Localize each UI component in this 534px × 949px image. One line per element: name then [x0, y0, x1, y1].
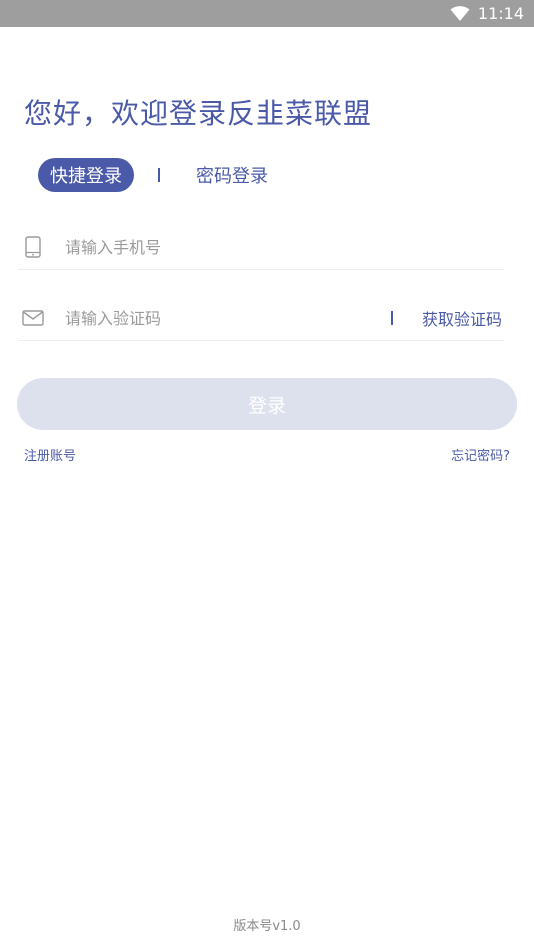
wifi-icon — [450, 5, 470, 22]
status-bar: 11:14 — [0, 0, 534, 27]
phone-icon — [18, 232, 48, 262]
phone-field-row — [18, 225, 504, 270]
status-indicators: 11:14 — [450, 0, 524, 27]
get-verification-code-button[interactable]: 获取验证码 — [422, 296, 502, 340]
mail-icon — [18, 303, 48, 333]
status-time: 11:14 — [477, 4, 524, 23]
register-link[interactable]: 注册账号 — [24, 445, 76, 464]
forgot-password-link[interactable]: 忘记密码? — [451, 445, 510, 464]
tab-quick-login[interactable]: 快捷登录 — [38, 158, 134, 192]
welcome-title: 您好，欢迎登录反韭菜联盟 — [24, 97, 373, 130]
code-field-row: 获取验证码 — [18, 296, 504, 341]
code-divider — [391, 311, 393, 325]
verification-code-input[interactable] — [65, 308, 365, 328]
login-mode-tabs: 快捷登录 密码登录 — [38, 158, 268, 192]
login-button[interactable]: 登录 — [17, 378, 517, 430]
version-label: 版本号v1.0 — [233, 919, 301, 934]
tab-divider — [158, 168, 160, 182]
phone-input[interactable] — [65, 237, 365, 257]
tab-password-login[interactable]: 密码登录 — [196, 162, 268, 188]
